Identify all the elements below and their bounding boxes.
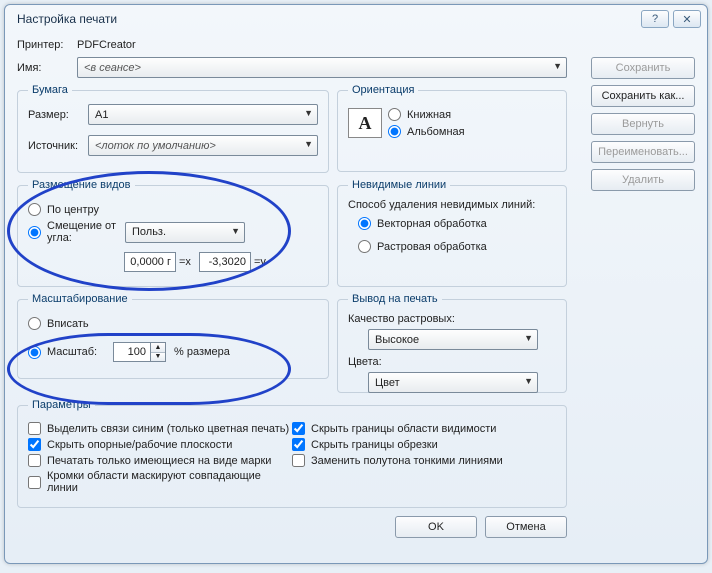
ok-button[interactable]: OK [395, 516, 477, 538]
x-suffix: =x [179, 256, 191, 268]
titlebar: Настройка печати ? ✕ [5, 5, 707, 33]
save-button[interactable]: Сохранить [591, 57, 695, 79]
output-group: Вывод на печать Качество растровых: Высо… [337, 293, 567, 393]
center-label: По центру [47, 204, 99, 216]
printer-value: PDFCreator [77, 39, 136, 51]
offset-x-input[interactable] [124, 252, 176, 272]
cancel-button[interactable]: Отмена [485, 516, 567, 538]
delete-button[interactable]: Удалить [591, 169, 695, 191]
orientation-legend: Ориентация [348, 84, 418, 96]
orientation-icon: A [348, 108, 382, 138]
check-blue-links[interactable] [28, 422, 41, 435]
window-title: Настройка печати [17, 12, 637, 26]
scale-legend: Масштабирование [28, 293, 132, 305]
check-mask-edges[interactable] [28, 476, 41, 489]
check-print-tags[interactable] [28, 454, 41, 467]
name-label: Имя: [17, 62, 77, 74]
portrait-label: Книжная [407, 109, 451, 121]
y-suffix: =y [254, 256, 266, 268]
scale-radio[interactable] [28, 346, 41, 359]
landscape-radio[interactable] [388, 125, 401, 138]
colors-select[interactable]: Цвет [368, 372, 538, 393]
colors-label: Цвета: [348, 356, 556, 368]
output-legend: Вывод на печать [348, 293, 442, 305]
fit-radio[interactable] [28, 317, 41, 330]
hidden-legend: Невидимые линии [348, 179, 450, 191]
saveas-button[interactable]: Сохранить как... [591, 85, 695, 107]
scale-group: Масштабирование Вписать Масштаб: ▲▼ % ра… [17, 293, 329, 379]
offset-y-input[interactable] [199, 252, 251, 272]
offset-select[interactable]: Польз. [125, 222, 245, 243]
check-thin-halftone[interactable] [292, 454, 305, 467]
params-legend: Параметры [28, 399, 95, 411]
quality-label: Качество растровых: [348, 313, 556, 325]
offset-label: Смещение от угла: [47, 220, 125, 244]
rename-button[interactable]: Переименовать... [591, 141, 695, 163]
spin-down-icon[interactable]: ▼ [151, 353, 165, 362]
hidden-mode-label: Способ удаления невидимых линий: [348, 199, 556, 211]
help-button[interactable]: ? [641, 10, 669, 28]
center-radio[interactable] [28, 203, 41, 216]
orientation-group: Ориентация A Книжная Альбомная [337, 84, 567, 172]
vector-label: Векторная обработка [377, 218, 487, 230]
check-hide-scope[interactable] [292, 422, 305, 435]
paper-legend: Бумага [28, 84, 72, 96]
check-hide-crop[interactable] [292, 438, 305, 451]
paper-group: Бумага Размер:A1 Источник:<лоток по умол… [17, 84, 329, 173]
pct-label: % размера [174, 346, 230, 358]
raster-radio[interactable] [358, 240, 371, 253]
name-select[interactable]: <в сеансе> [77, 57, 567, 78]
check-hide-planes[interactable] [28, 438, 41, 451]
source-select[interactable]: <лоток по умолчанию> [88, 135, 318, 156]
placement-legend: Размещение видов [28, 179, 135, 191]
landscape-label: Альбомная [407, 126, 465, 138]
scale-label: Масштаб: [47, 346, 113, 358]
raster-label: Растровая обработка [377, 241, 487, 253]
vector-radio[interactable] [358, 217, 371, 230]
close-button[interactable]: ✕ [673, 10, 701, 28]
spin-up-icon[interactable]: ▲ [151, 343, 165, 353]
fit-label: Вписать [47, 318, 89, 330]
size-label: Размер: [28, 109, 88, 121]
params-group: Параметры Выделить связи синим (только ц… [17, 399, 567, 508]
portrait-radio[interactable] [388, 108, 401, 121]
placement-group: Размещение видов По центру Смещение от у… [17, 179, 329, 287]
scale-input[interactable] [113, 342, 151, 362]
offset-radio[interactable] [28, 226, 41, 239]
revert-button[interactable]: Вернуть [591, 113, 695, 135]
scale-spinner[interactable]: ▲▼ [113, 342, 166, 362]
source-label: Источник: [28, 140, 88, 152]
printer-label: Принтер: [17, 39, 77, 51]
hidden-group: Невидимые линии Способ удаления невидимы… [337, 179, 567, 287]
size-select[interactable]: A1 [88, 104, 318, 125]
quality-select[interactable]: Высокое [368, 329, 538, 350]
